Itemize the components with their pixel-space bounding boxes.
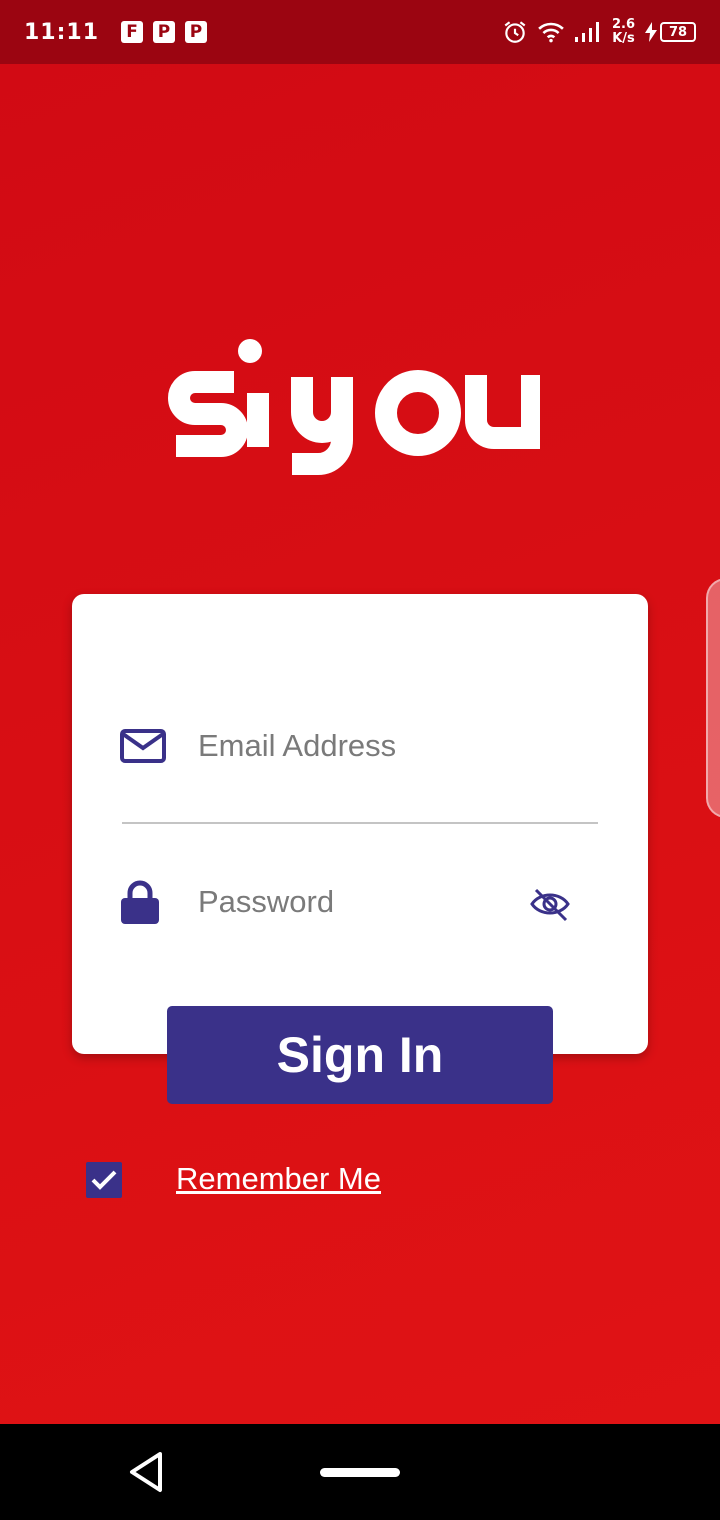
password-input[interactable] (198, 884, 518, 920)
eye-off-icon[interactable] (528, 884, 572, 924)
email-field (120, 718, 600, 774)
side-drawer-handle[interactable] (706, 578, 720, 818)
password-field (120, 874, 600, 930)
back-icon[interactable] (124, 1446, 168, 1498)
signal-icon (574, 22, 599, 42)
status-time: 11:11 (24, 19, 100, 45)
publisher-app-icon: P (185, 21, 208, 43)
status-bar: 11:11 F P P 2.6 K/s 78 (0, 0, 720, 64)
battery-level: 78 (660, 22, 696, 42)
parking-app-icon: P (153, 21, 176, 43)
email-icon (120, 722, 168, 770)
remember-me-label[interactable]: Remember Me (176, 1161, 381, 1197)
network-speed: 2.6 K/s (612, 18, 635, 46)
speed-value: 2.6 (611, 17, 635, 32)
status-app-icons: F P P (121, 21, 208, 43)
siyou-logo (168, 339, 540, 475)
charging-icon (645, 22, 657, 42)
speed-unit: K/s (612, 31, 635, 46)
status-indicators: 2.6 K/s 78 (502, 18, 696, 46)
navigation-bar (0, 1424, 720, 1520)
wifi-icon (538, 22, 564, 43)
remember-me-checkbox[interactable] (86, 1162, 122, 1198)
email-input[interactable] (198, 728, 518, 764)
lock-icon (120, 878, 168, 926)
battery-indicator: 78 (645, 22, 696, 42)
email-underline (122, 822, 598, 824)
login-card (72, 594, 648, 1054)
checkmark-icon (91, 1170, 117, 1190)
facebook-icon: F (121, 21, 144, 43)
sign-in-button[interactable]: Sign In (167, 1006, 553, 1104)
home-gesture-bar[interactable] (320, 1468, 400, 1477)
alarm-icon (504, 21, 526, 43)
